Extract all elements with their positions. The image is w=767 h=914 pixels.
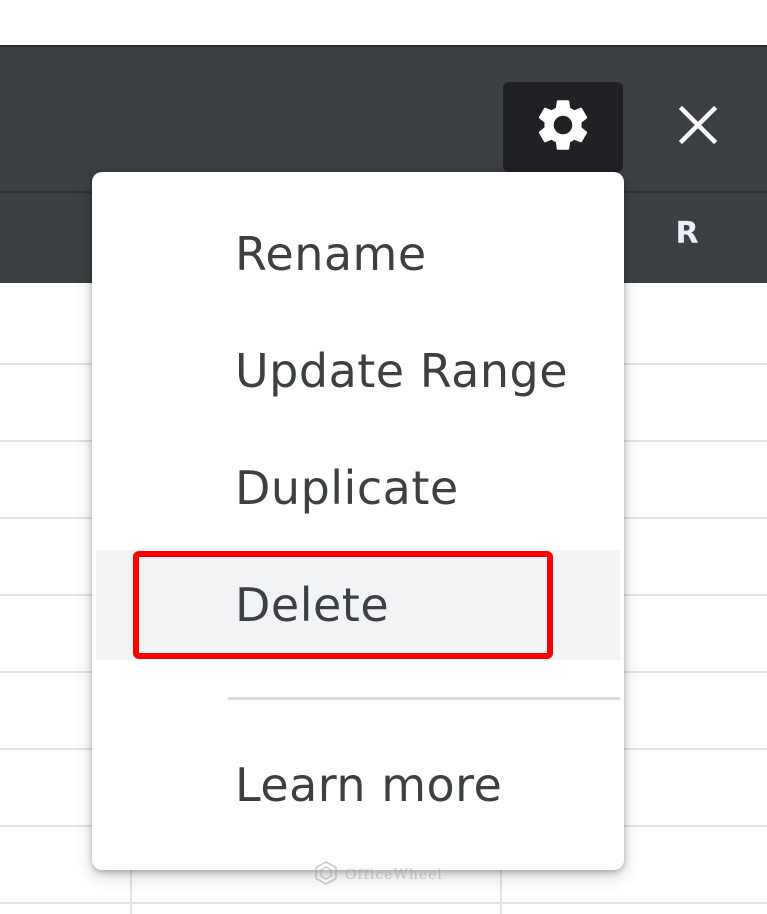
menu-item-update-range[interactable]: Update Range bbox=[92, 316, 624, 426]
menu-item-label: Learn more bbox=[235, 758, 503, 812]
menu-item-rename[interactable]: Rename bbox=[92, 199, 624, 309]
menu-divider bbox=[228, 697, 620, 700]
menu-item-duplicate[interactable]: Duplicate bbox=[92, 433, 624, 543]
menu-item-learn-more[interactable]: Learn more bbox=[92, 730, 624, 840]
close-icon bbox=[676, 103, 720, 152]
screenshot-stage: R Rename Update Range Duplicate Delete L… bbox=[0, 0, 767, 914]
close-button[interactable] bbox=[655, 82, 741, 172]
menu-item-label: Rename bbox=[235, 227, 427, 281]
top-strip bbox=[0, 0, 767, 45]
menu-item-delete[interactable]: Delete bbox=[96, 550, 620, 660]
watermark-logo-icon bbox=[313, 860, 339, 891]
menu-item-label: Duplicate bbox=[235, 461, 459, 515]
settings-menu: Rename Update Range Duplicate Delete Lea… bbox=[92, 172, 624, 870]
gear-icon bbox=[532, 94, 594, 161]
settings-button[interactable] bbox=[503, 82, 623, 172]
menu-item-label: Delete bbox=[235, 578, 390, 632]
column-header-letter: R bbox=[675, 216, 699, 251]
watermark-text: OfficeWheel bbox=[345, 867, 443, 883]
panel-header bbox=[0, 45, 767, 193]
menu-item-label: Update Range bbox=[235, 344, 569, 398]
grid-row-line bbox=[0, 902, 767, 904]
watermark: OfficeWheel bbox=[313, 860, 443, 890]
